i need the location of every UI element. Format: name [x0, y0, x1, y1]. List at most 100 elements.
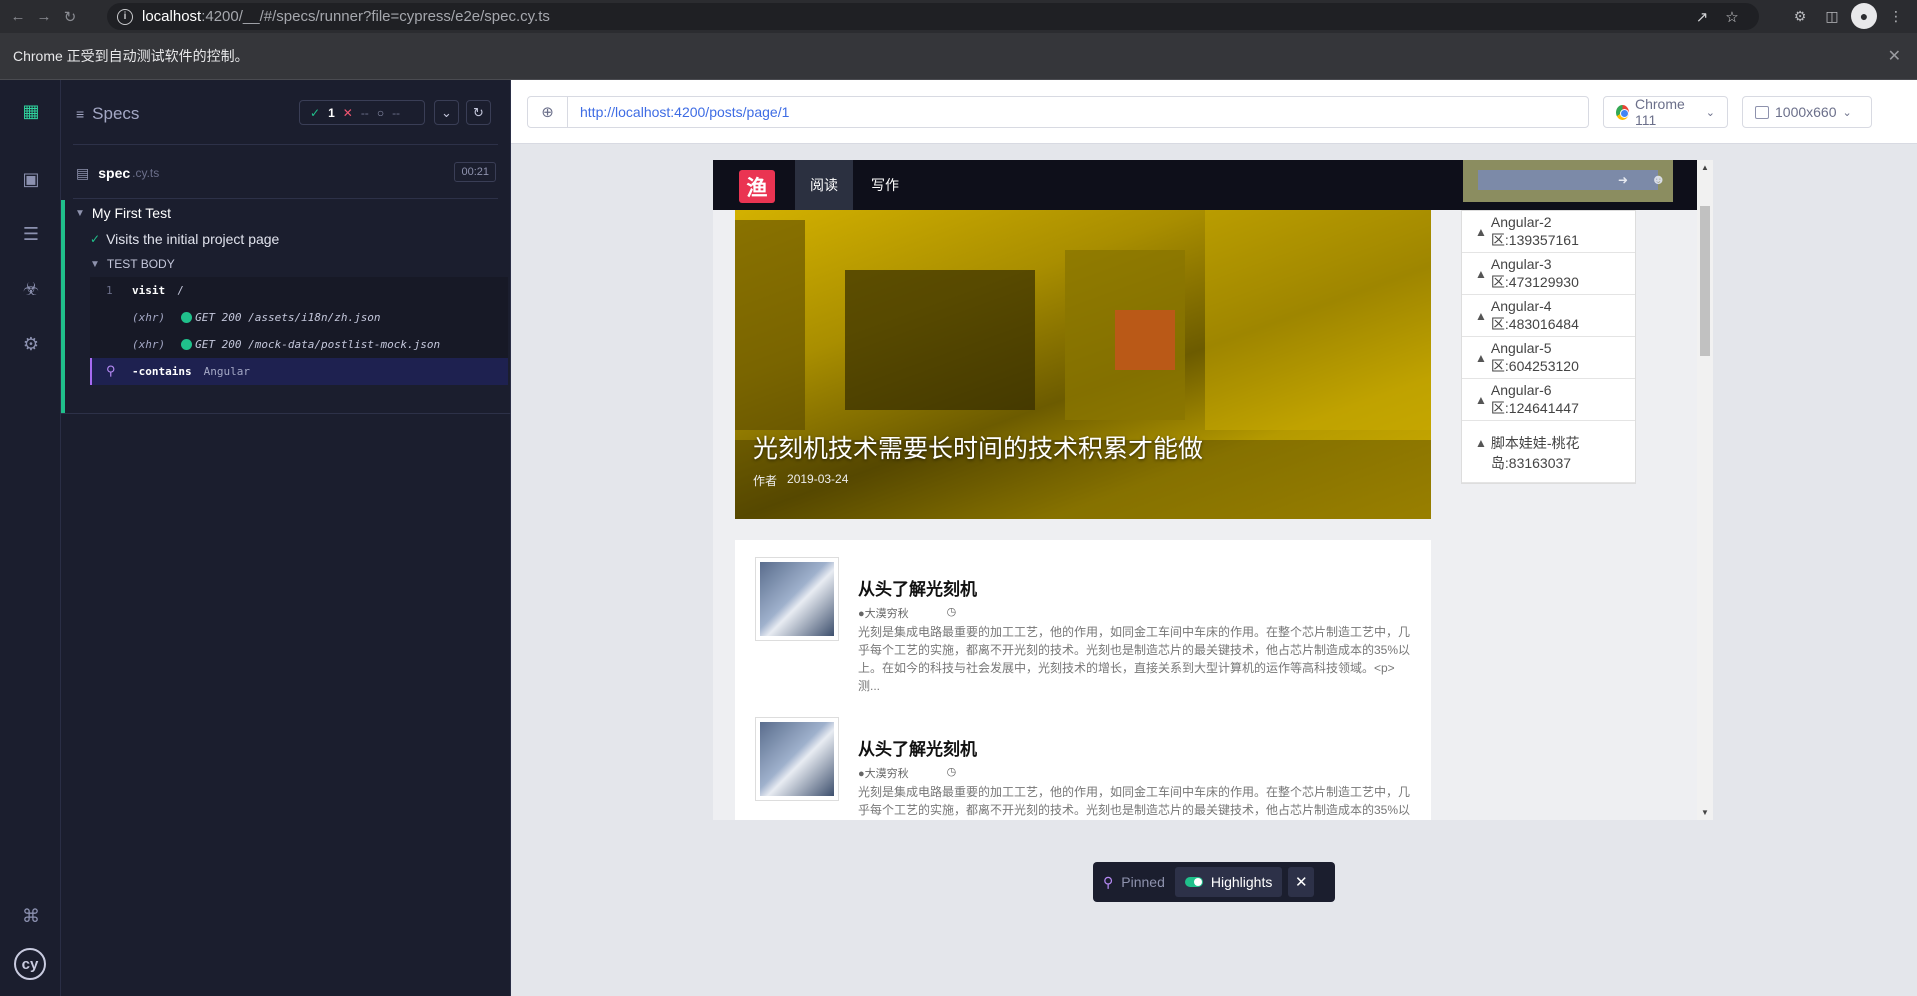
qq-icon: ▲: [1475, 224, 1487, 239]
keyboard-shortcuts-icon[interactable]: ⌘: [18, 903, 44, 929]
hero-title[interactable]: 光刻机技术需要长时间的技术积累才能做: [753, 429, 1203, 465]
list-item[interactable]: ▲ Angular-2区:139357161: [1462, 211, 1635, 253]
cypress-nav-rail: ▦ ▣ ☰ ☣ ⚙ ⌘ cy: [0, 80, 61, 996]
aut-url-box[interactable]: ⊕ http://localhost:4200/posts/page/1: [527, 96, 1589, 128]
share-icon[interactable]: ↗: [1689, 3, 1715, 30]
url-path: :4200/__/#/specs/runner?file=cypress/e2e…: [201, 8, 550, 25]
spec-file-row[interactable]: ▤ spec .cy.ts 00:21: [76, 162, 496, 184]
command-row[interactable]: 1 visit /: [90, 277, 508, 304]
qq-group-label: Angular-3区:473129930: [1490, 255, 1579, 290]
highlighted-element: ➜ ☻: [1463, 160, 1673, 202]
qq-group-label: 脚本娃娃-桃花岛:83163037: [1490, 435, 1580, 471]
list-item[interactable]: ▲ Angular-6区:124641447: [1462, 379, 1635, 421]
post-thumbnail[interactable]: [755, 717, 839, 801]
hero-image-shape: [1115, 310, 1175, 370]
check-icon: ✓: [90, 232, 101, 246]
pin-icon[interactable]: ⚲: [92, 364, 132, 379]
chevron-down-icon: ⌄: [1842, 106, 1852, 119]
list-item[interactable]: ▲ 脚本娃娃-桃花岛:83163037: [1462, 421, 1635, 483]
browser-selector[interactable]: Chrome 111 ⌄: [1603, 96, 1728, 128]
site-info-icon[interactable]: i: [117, 8, 133, 25]
viewport-selector[interactable]: 1000x660 ⌄: [1742, 96, 1872, 128]
reload-icon[interactable]: ↻: [57, 4, 83, 30]
nav-read-link[interactable]: 阅读: [795, 160, 853, 210]
clock-icon: ◷: [946, 766, 957, 778]
address-bar[interactable]: i localhost:4200/__/#/specs/runner?file=…: [107, 3, 1759, 30]
list-nav-icon[interactable]: ☰: [18, 221, 44, 247]
clock-icon: ◷: [946, 606, 957, 618]
command-message: GET 200 /assets/i18n/zh.json: [195, 311, 381, 324]
test-body-label: TEST BODY: [106, 257, 175, 271]
close-icon[interactable]: ✕: [1888, 46, 1901, 66]
divider: [61, 413, 511, 414]
list-item[interactable]: ▲ Angular-3区:473129930: [1462, 253, 1635, 295]
aut-url[interactable]: http://localhost:4200/posts/page/1: [568, 104, 789, 120]
test-body-row[interactable]: ▼ TEST BODY: [90, 257, 175, 271]
bug-nav-icon[interactable]: ☣: [18, 276, 44, 302]
post-excerpt: 光刻是集成电路最重要的加工工艺，他的作用，如同金工车间中车床的作用。在整个芯片制…: [858, 785, 1411, 817]
command-row[interactable]: (xhr) GET 200 /mock-data/postlist-mock.j…: [90, 331, 508, 358]
divider: [73, 144, 498, 145]
pending-icon: ○: [376, 105, 385, 120]
close-icon[interactable]: ✕: [1288, 867, 1315, 897]
post-title[interactable]: 从头了解光刻机: [858, 575, 977, 600]
user-icon: ●: [858, 608, 865, 620]
list-item[interactable]: ▲ Angular-5区:604253120: [1462, 337, 1635, 379]
rerun-icon[interactable]: ↻: [466, 100, 491, 125]
command-name: visit: [132, 284, 166, 297]
specs-list-icon: ≡: [76, 106, 85, 122]
iframe-scrollbar[interactable]: ▲ ▼: [1697, 160, 1713, 820]
qq-group-label: Angular-4区:483016484: [1490, 297, 1579, 332]
post-title[interactable]: 从头了解光刻机: [858, 735, 977, 760]
chevron-down-icon[interactable]: ⌄: [434, 100, 459, 125]
specs-header[interactable]: ≡ Specs: [76, 100, 139, 128]
list-item[interactable]: ▲ Angular-4区:483016484: [1462, 295, 1635, 337]
app-iframe: 光刻机技术需要长时间的技术积累才能做 作者 2019-03-24 从头了解光刻机…: [713, 160, 1713, 820]
bookmark-star-icon[interactable]: ☆: [1719, 3, 1745, 30]
app-logo[interactable]: 渔: [739, 170, 775, 203]
back-icon[interactable]: ←: [5, 4, 31, 30]
pinned-label: Pinned: [1121, 874, 1165, 890]
scrollbar-thumb[interactable]: [1700, 206, 1710, 356]
suite-row[interactable]: ▼ My First Test: [75, 205, 171, 221]
command-name: -contains: [132, 365, 192, 378]
post-excerpt: 光刻是集成电路最重要的加工工艺，他的作用，如同金工车间中车床的作用。在整个芯片制…: [858, 625, 1411, 693]
sign-in-icon[interactable]: ➜: [1618, 173, 1628, 187]
pinned-command-row[interactable]: ⚲ -contains Angular: [90, 358, 508, 385]
selector-playground-icon[interactable]: ⊕: [528, 97, 568, 127]
post-thumbnail[interactable]: [755, 557, 839, 641]
runs-nav-icon[interactable]: ▣: [18, 166, 44, 192]
post-author: 大漠穷秋: [864, 768, 909, 780]
command-message: Angular: [203, 365, 250, 378]
toggle-switch-icon[interactable]: [1184, 877, 1203, 887]
command-row[interactable]: (xhr) GET 200 /assets/i18n/zh.json: [90, 304, 508, 331]
cypress-logo-icon: cy: [14, 948, 46, 980]
settings-nav-icon[interactable]: ⚙: [18, 331, 44, 357]
xhr-label: (xhr): [132, 311, 166, 324]
hero-banner[interactable]: 光刻机技术需要长时间的技术积累才能做 作者 2019-03-24: [735, 210, 1431, 519]
user-add-icon[interactable]: ☻: [1651, 171, 1666, 187]
qq-group-label: Angular-2区:139357161: [1490, 213, 1579, 248]
app-navbar: 渔 阅读 写作 ➜ ☻: [713, 160, 1697, 210]
automation-infobar: Chrome 正受到自动测试软件的控制。 ✕: [0, 33, 1917, 80]
test-stats: ✓ 1 ✕ -- ○ --: [299, 100, 425, 125]
test-row[interactable]: ✓ Visits the initial project page: [90, 231, 279, 247]
side-panel-icon[interactable]: ◫: [1819, 3, 1845, 29]
failed-icon: ✕: [342, 105, 353, 120]
profile-avatar-icon[interactable]: ●: [1851, 3, 1877, 29]
highlights-toggle[interactable]: Highlights: [1174, 867, 1283, 897]
spec-name: spec: [98, 165, 131, 181]
post-meta: ●大漠穷秋 ◷: [858, 605, 956, 621]
hero-meta: 作者 2019-03-24: [753, 472, 848, 489]
nav-write-link[interactable]: 写作: [863, 160, 899, 210]
extensions-icon[interactable]: ⚙: [1787, 3, 1813, 29]
menu-dots-icon[interactable]: ⋮: [1883, 3, 1909, 29]
chevron-down-icon: ▼: [75, 207, 85, 219]
specs-nav-icon[interactable]: ▦: [18, 98, 44, 124]
viewport-label: 1000x660: [1775, 104, 1837, 120]
chevron-down-icon: ▼: [90, 258, 100, 270]
qq-icon: ▲: [1475, 392, 1487, 407]
forward-icon[interactable]: →: [31, 4, 57, 30]
scroll-down-icon[interactable]: ▼: [1701, 808, 1709, 817]
scroll-up-icon[interactable]: ▲: [1701, 163, 1709, 172]
